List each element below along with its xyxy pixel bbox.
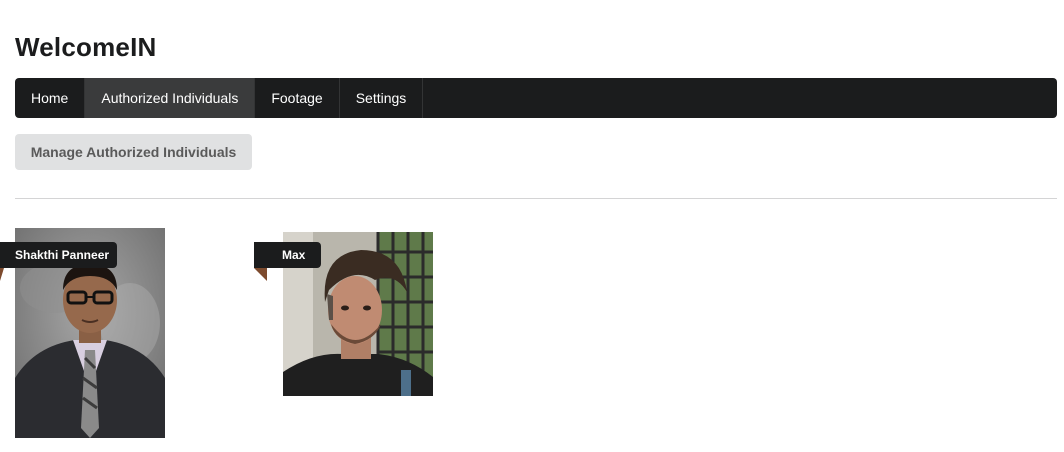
individual-name: Shakthi Panneer [15, 248, 110, 262]
nav-item-label: Settings [355, 90, 407, 106]
individual-name-ribbon: Max [254, 242, 321, 268]
nav-item-label: Home [31, 90, 69, 106]
manage-authorized-individuals-button[interactable]: Manage Authorized Individuals [15, 134, 252, 170]
section-divider [15, 198, 1057, 199]
nav-item-authorized-individuals[interactable]: Authorized Individuals [85, 78, 256, 118]
ribbon-fold [0, 268, 4, 281]
individual-card[interactable]: Max [254, 228, 434, 398]
nav-item-home[interactable]: Home [15, 78, 86, 118]
app-title: WelcomeIN [15, 32, 157, 62]
individual-name-ribbon: Shakthi Panneer [0, 242, 117, 268]
individual-card[interactable]: Shakthi Panneer [0, 228, 170, 440]
nav-item-settings[interactable]: Settings [340, 78, 424, 118]
nav-item-footage[interactable]: Footage [255, 78, 340, 118]
ribbon-fold [254, 268, 267, 281]
nav-item-label: Footage [271, 90, 323, 106]
individual-name: Max [282, 248, 306, 262]
nav-item-label: Authorized Individuals [101, 90, 239, 106]
main-nav-menu: Home Authorized Individuals Footage Sett… [15, 78, 1057, 118]
